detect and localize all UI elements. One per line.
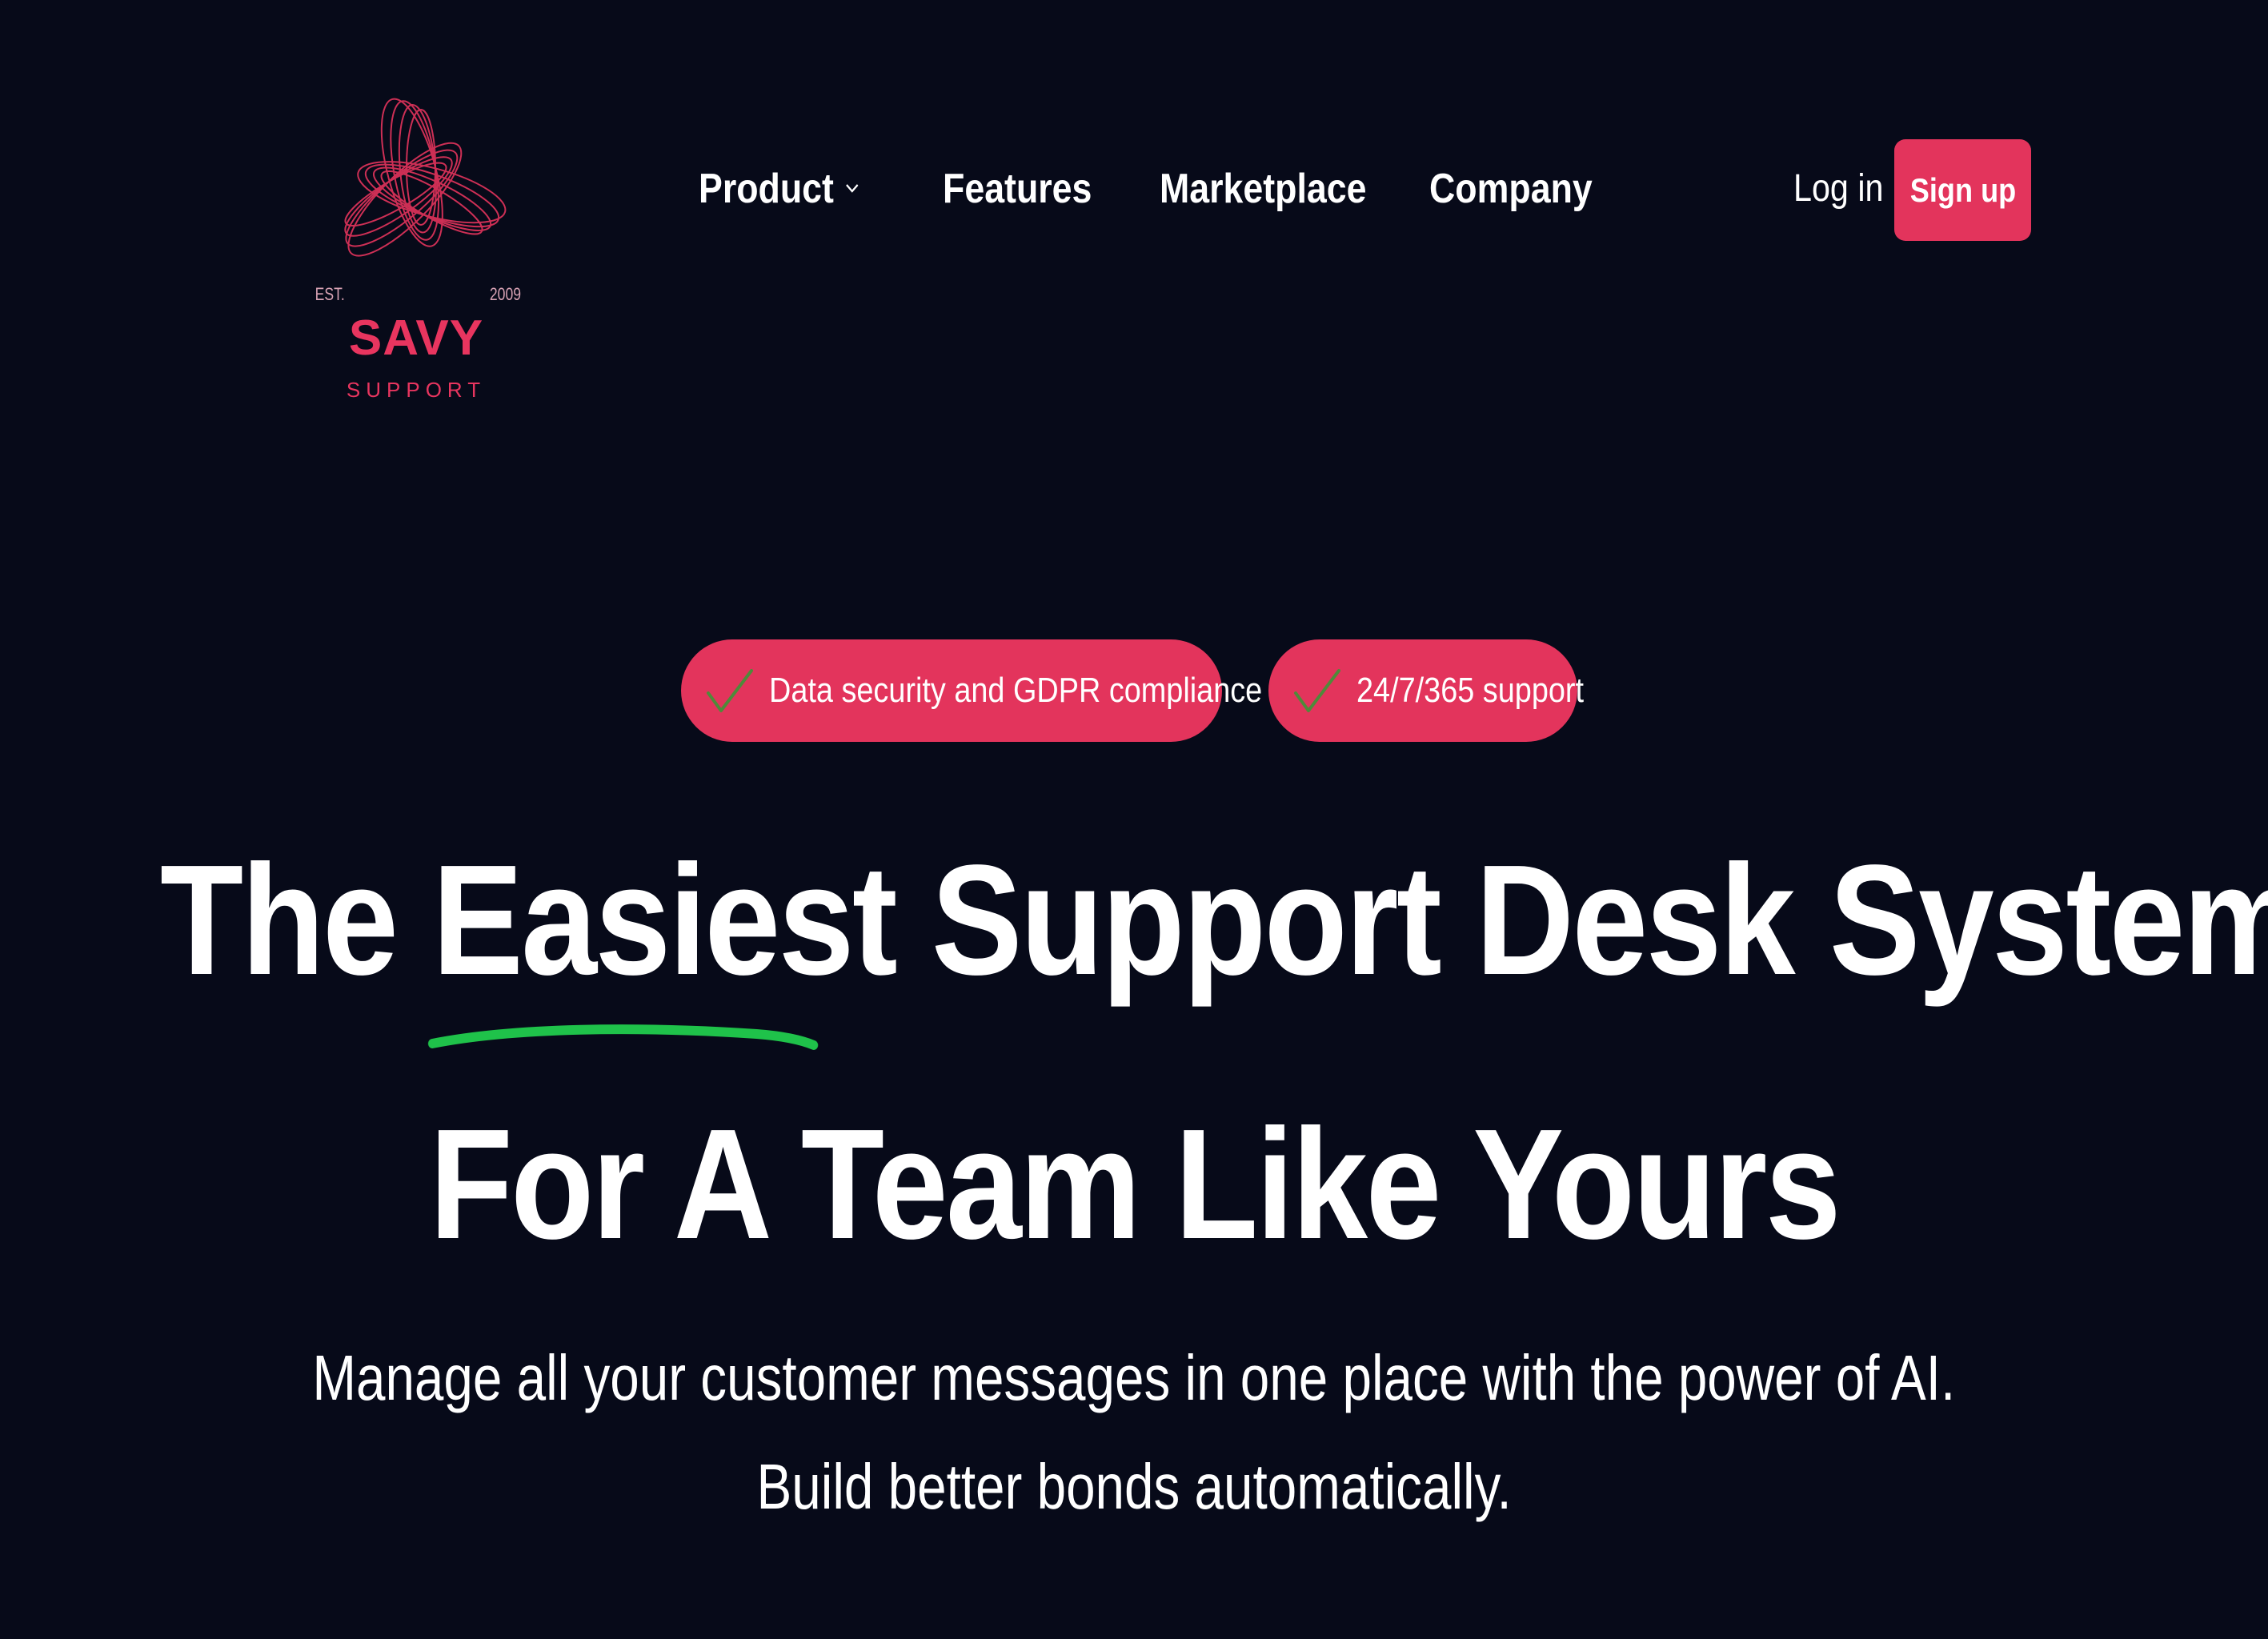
hero-subtext-line1: Manage all your customer messages in one… <box>312 1342 1956 1413</box>
signup-button[interactable]: Sign up <box>1894 139 2031 241</box>
brand-logo[interactable]: EST. 2009 SAVY SUPPORT <box>308 88 524 408</box>
signup-button-label: Sign up <box>1909 170 2016 209</box>
nav-features[interactable]: Features <box>943 164 1092 214</box>
logo-year-label: 2009 <box>489 284 522 304</box>
underline-stroke-icon <box>427 1024 819 1050</box>
nav-marketplace[interactable]: Marketplace <box>1160 164 1367 214</box>
landing-page: EST. 2009 SAVY SUPPORT Product Features … <box>0 0 2268 1639</box>
badge-support: 24/7/365 support <box>1268 639 1584 742</box>
nav-company[interactable]: Company <box>1429 164 1593 214</box>
nav-product[interactable]: Product <box>699 164 860 214</box>
hero-headline: The Easiest Support Desk System <box>0 842 2268 1050</box>
chevron-down-icon <box>846 184 859 194</box>
logo-tagline: SUPPORT <box>346 378 487 402</box>
badge-support-label: 24/7/365 support <box>1356 671 1585 710</box>
badge-gdpr-label: Data security and GDPR compliance <box>769 671 1263 710</box>
headline-emphasis-wrap: Easiest <box>427 842 898 1050</box>
logo-name: SAVY <box>348 311 484 366</box>
badge-gdpr: Data security and GDPR compliance <box>681 639 1262 742</box>
hero-subtext-line2: Build better bonds automatically. <box>756 1451 1512 1522</box>
checkmark-icon <box>1294 669 1340 712</box>
logo-swirl-icon <box>344 98 507 257</box>
checkmark-icon <box>707 669 753 712</box>
headline-post: Support Desk System <box>896 832 2268 1008</box>
login-link[interactable]: Log in <box>1793 164 1883 214</box>
headline-emphasis: Easiest <box>432 832 898 1008</box>
hero-headline-line2: For A Team Like Yours <box>429 1096 1841 1272</box>
headline-pre: The <box>159 832 433 1008</box>
logo-est-label: EST. <box>315 284 345 304</box>
nav-product-label: Product <box>699 166 834 212</box>
